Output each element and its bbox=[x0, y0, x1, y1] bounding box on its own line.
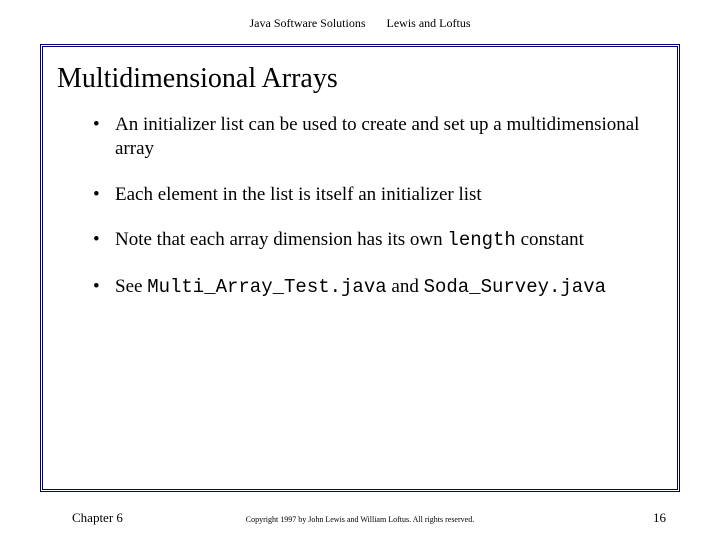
bullet-item: Each element in the list is itself an in… bbox=[93, 183, 647, 207]
bullet-list: An initializer list can be used to creat… bbox=[93, 113, 647, 300]
code-literal: Multi_Array_Test.java bbox=[147, 276, 386, 298]
bullet-text: Note that each array dimension has its o… bbox=[115, 229, 447, 250]
bullet-item: Note that each array dimension has its o… bbox=[93, 228, 647, 253]
code-literal: length bbox=[447, 229, 515, 251]
bullet-item: An initializer list can be used to creat… bbox=[93, 113, 647, 161]
bullet-text: Each element in the list is itself an in… bbox=[115, 184, 482, 205]
bullet-text: and bbox=[387, 276, 424, 297]
footer-page-number: 16 bbox=[653, 510, 666, 526]
slide-frame: Multidimensional Arrays An initializer l… bbox=[40, 44, 680, 492]
bullet-text: An initializer list can be used to creat… bbox=[115, 114, 639, 159]
footer-copyright: Copyright 1997 by John Lewis and William… bbox=[0, 515, 720, 524]
slide-title: Multidimensional Arrays bbox=[57, 63, 677, 95]
bullet-item: See Multi_Array_Test.java and Soda_Surve… bbox=[93, 275, 647, 300]
slide-footer: Chapter 6 Copyright 1997 by John Lewis a… bbox=[0, 506, 720, 526]
code-literal: Soda_Survey.java bbox=[424, 276, 606, 298]
header-authors: Lewis and Loftus bbox=[387, 16, 471, 31]
bullet-text: See bbox=[115, 276, 147, 297]
header-book-title: Java Software Solutions bbox=[250, 16, 366, 31]
bullet-text: constant bbox=[516, 229, 584, 250]
slide-header: Java Software Solutions Lewis and Loftus bbox=[0, 0, 720, 41]
